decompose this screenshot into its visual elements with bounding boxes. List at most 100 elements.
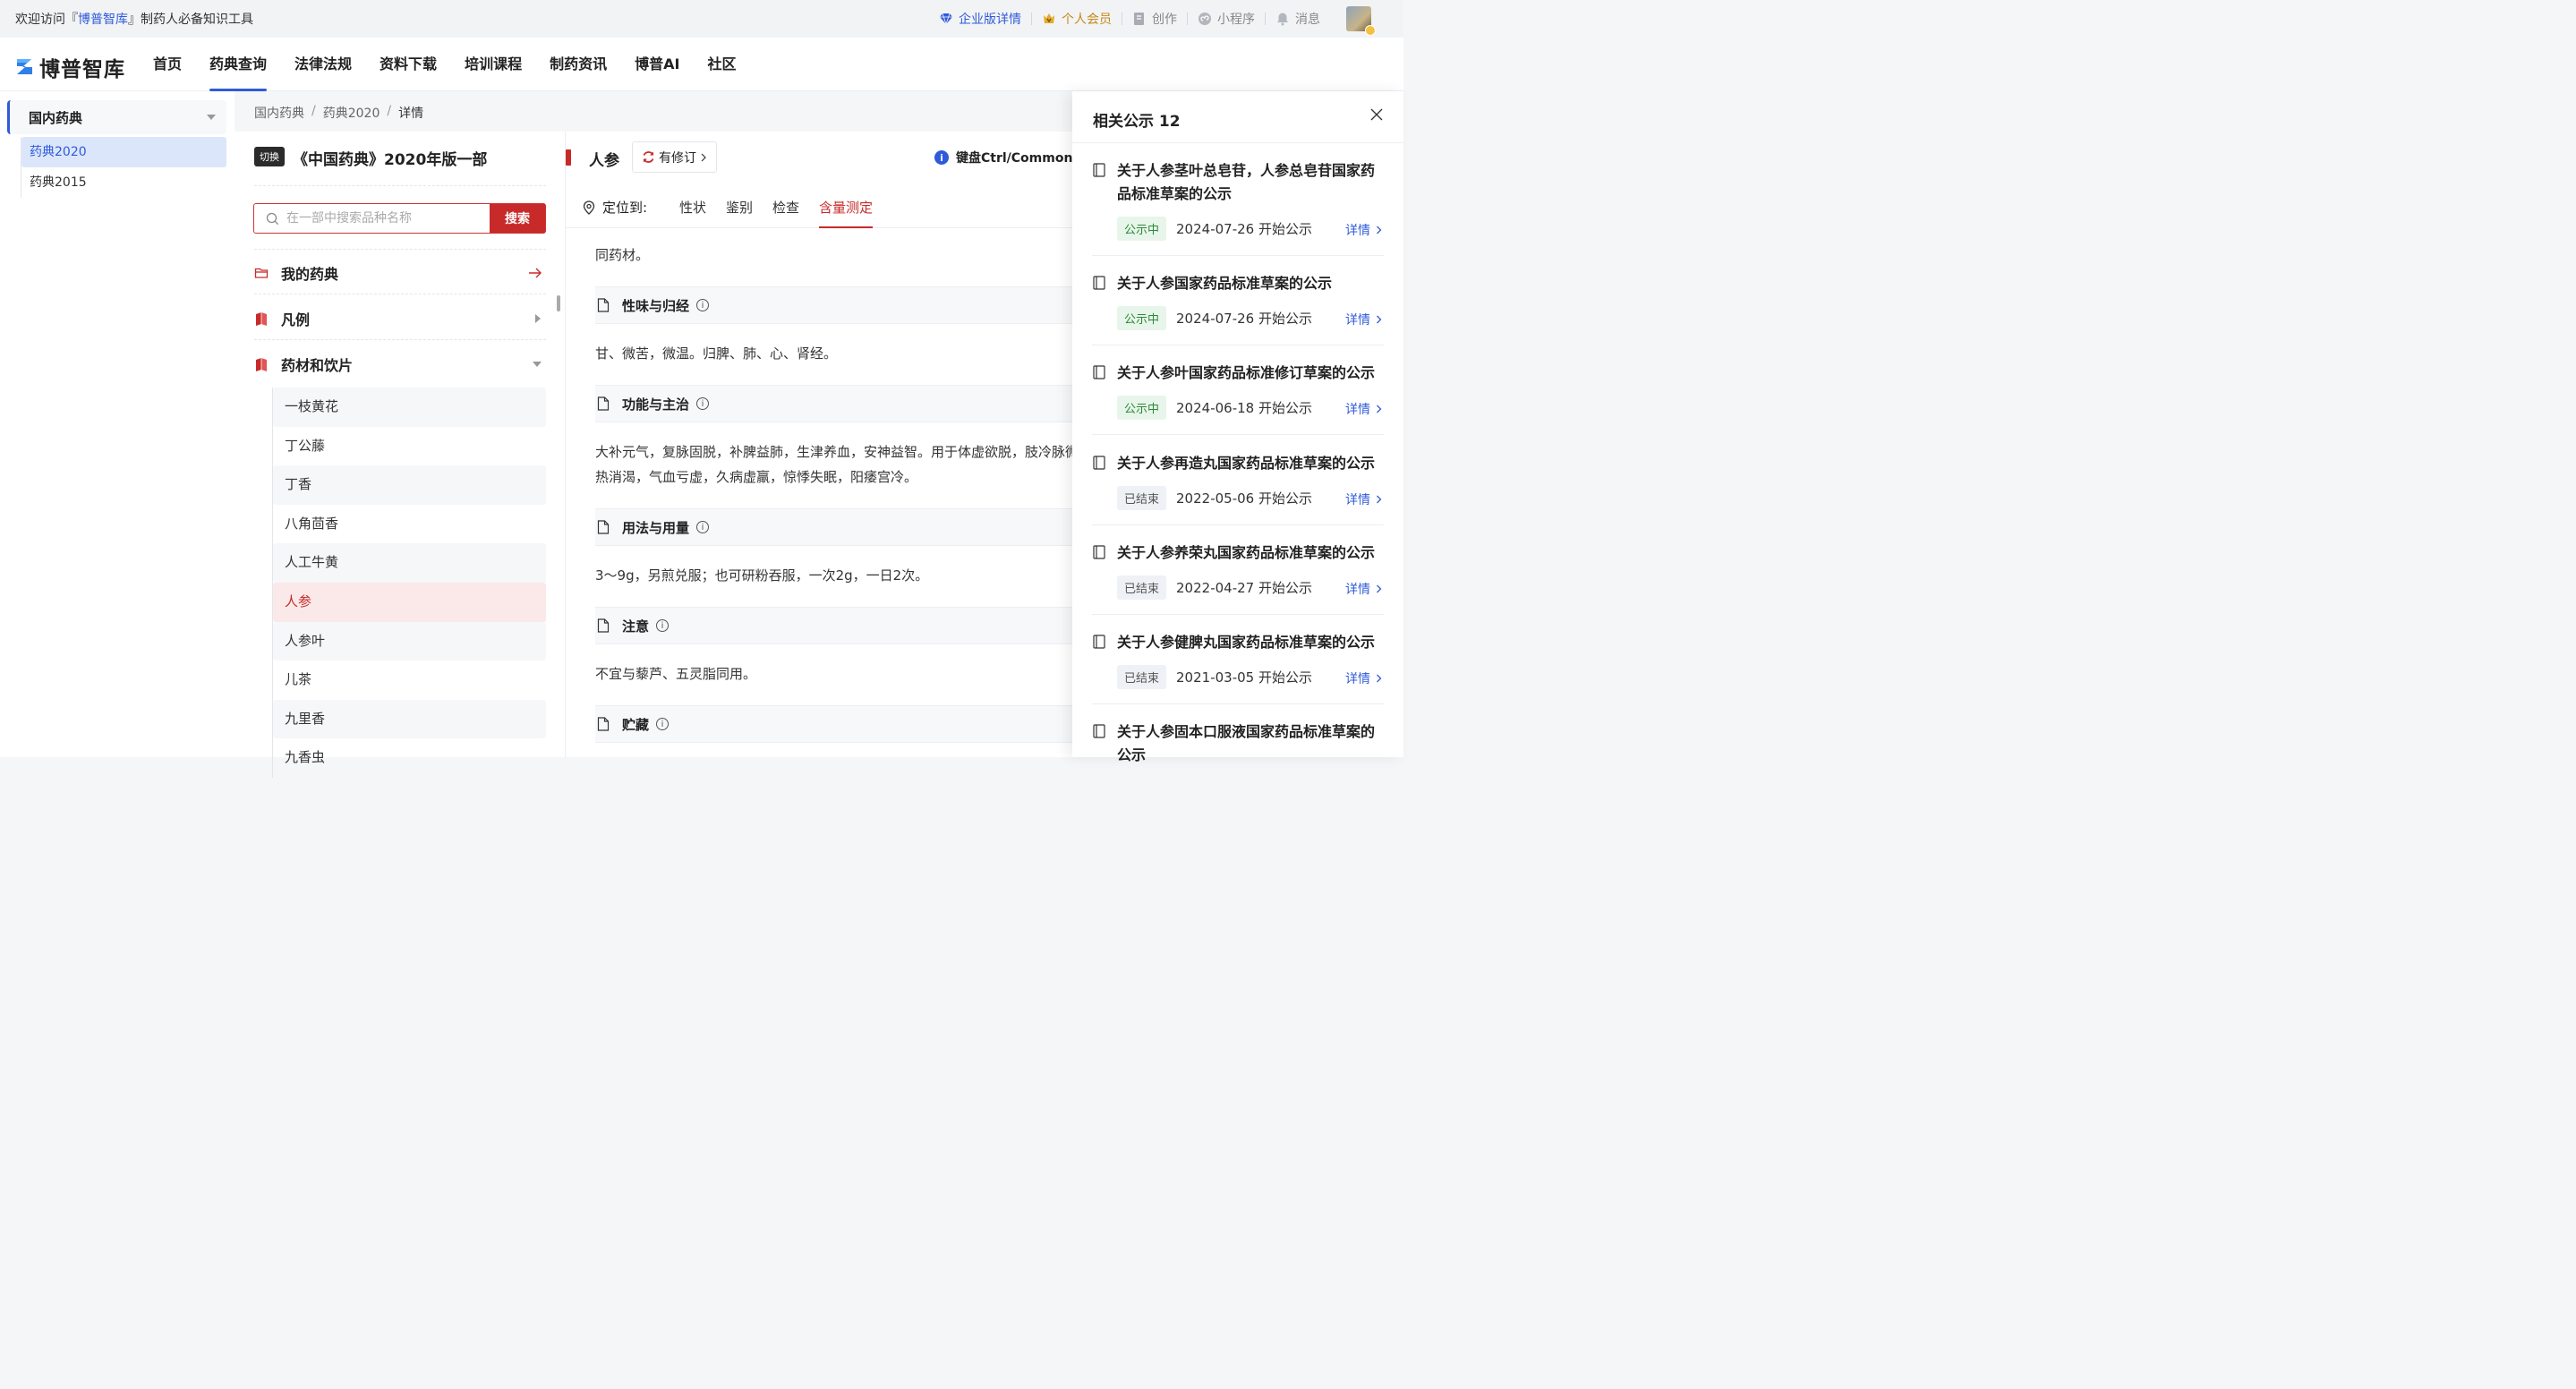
notice-item[interactable]: 关于人参再造丸国家药品标准草案的公示 已结束 2022-05-06 开始公示 详… [1092,452,1384,525]
group-fanli[interactable]: 凡例 [254,297,546,340]
nav-ai[interactable]: 博普AI [635,38,679,91]
miniapp-icon [1198,13,1211,25]
group-my-pharmacopoeia[interactable]: 我的药典 [254,251,546,294]
locator-tab-assay[interactable]: 含量测定 [819,198,874,228]
folder-icon [254,268,269,278]
info-circle-icon[interactable]: i [696,299,710,311]
search-input[interactable] [286,211,474,226]
switch-edition-button[interactable]: 切换 [254,147,285,166]
nav-training[interactable]: 培训课程 [465,38,522,91]
nav-news[interactable]: 制药资讯 [550,38,607,91]
bell-icon [1277,13,1288,26]
nav-downloads[interactable]: 资料下载 [380,38,437,91]
chevron-right-icon [1377,674,1382,683]
notice-item[interactable]: 关于人参茎叶总皂苷，人参总皂苷国家药品标准草案的公示 公示中 2024-07-2… [1092,159,1384,256]
detail-label: 详情 [1345,313,1370,328]
status-badge: 已结束 [1117,665,1167,689]
edition-title: 《中国药典》2020年版一部 [293,151,488,169]
messages-link[interactable]: 消息 [1266,10,1330,28]
welcome-brand-link[interactable]: 博普智库 [78,13,128,27]
notice-doc-icon [1093,724,1105,738]
miniapp-link[interactable]: 小程序 [1188,10,1265,28]
diamond-icon [940,13,952,26]
notice-item[interactable]: 关于人参固本口服液国家药品标准草案的公示 [1092,720,1384,774]
breadcrumb-item[interactable]: 国内药典 [254,104,304,122]
info-circle-icon[interactable]: i [696,397,710,410]
breadcrumb-item[interactable]: 药典2020 [323,104,380,122]
info-circle-icon[interactable]: i [656,619,670,632]
logo[interactable]: 博普智库 [14,52,125,82]
locator-tab-inspection[interactable]: 检查 [772,198,799,228]
group-label: 药材和饮片 [281,357,354,374]
chevron-right-icon [1377,315,1382,324]
notice-item[interactable]: 关于人参叶国家药品标准修订草案的公示 公示中 2024-06-18 开始公示 详… [1092,362,1384,435]
notice-detail-link[interactable]: 详情 [1345,311,1382,328]
scrollbar-thumb[interactable] [557,295,560,311]
search-button[interactable]: 搜索 [490,204,545,233]
info-circle-icon[interactable]: i [656,718,670,730]
detail-pane: 人参 有修订 i 键盘Ctrl/Commond 定位到: 性状 鉴别 检查 含量… [566,132,1073,757]
info-icon: i [934,150,949,165]
detail-label: 详情 [1345,493,1370,507]
caret-right-icon [535,313,541,323]
notice-detail-link[interactable]: 详情 [1345,221,1382,239]
list-item[interactable]: 人参叶 [273,621,546,661]
sidebar-item-2015[interactable]: 药典2015 [21,167,226,198]
vip-link[interactable]: 个人会员 [1032,10,1122,28]
close-icon[interactable] [1369,107,1384,122]
nav-pharmacopoeia[interactable]: 药典查询 [209,38,268,91]
list-item[interactable]: 丁香 [273,465,546,505]
breadcrumb-separator: / [311,104,316,118]
medicine-list: 一枝黄花 丁公藤 丁香 八角茴香 人工牛黄 人参 人参叶 儿茶 九里香 九香虫 [272,388,546,778]
nav-regulations[interactable]: 法律法规 [294,38,352,91]
notice-detail-link[interactable]: 详情 [1345,490,1382,508]
status-badge: 公示中 [1117,217,1167,241]
locator-label-text: 定位到: [602,200,648,216]
list-item[interactable]: 一枝黄花 [273,388,546,427]
locator-tab-appearance[interactable]: 性状 [679,198,706,228]
sidebar-item-2020[interactable]: 药典2020 [21,137,226,167]
notice-doc-icon [1093,456,1105,470]
notice-meta: 已结束 2021-03-05 开始公示 [1117,665,1312,689]
notice-detail-link[interactable]: 详情 [1345,669,1382,687]
nav-home[interactable]: 首页 [153,38,182,91]
list-item-active[interactable]: 人参 [273,582,546,622]
notice-meta: 已结束 2022-04-27 开始公示 [1117,575,1312,600]
enterprise-link[interactable]: 企业版详情 [929,10,1031,28]
list-item[interactable]: 九香虫 [273,738,546,778]
keyboard-tip: i 键盘Ctrl/Commond [934,149,1073,166]
nav-community[interactable]: 社区 [707,38,736,91]
notice-item[interactable]: 关于人参养荣丸国家药品标准草案的公示 已结束 2022-04-27 开始公示 详… [1092,541,1384,615]
group-materials[interactable]: 药材和饮片 [254,343,546,386]
chevron-right-icon [1377,226,1382,234]
section-text: 同药材。 [595,247,650,263]
chevron-right-icon [701,153,706,161]
notice-doc-icon [1093,365,1105,379]
books-icon [256,311,267,326]
main-nav: 博普智库 首页 药典查询 法律法规 资料下载 培训课程 制药资讯 博普AI 社区 [0,38,1403,91]
notice-item[interactable]: 关于人参健脾丸国家药品标准草案的公示 已结束 2021-03-05 开始公示 详… [1092,631,1384,704]
notice-detail-link[interactable]: 详情 [1345,400,1382,418]
list-item[interactable]: 丁公藤 [273,427,546,466]
document-icon [597,396,610,411]
info-circle-icon[interactable]: i [696,521,710,533]
notice-detail-link[interactable]: 详情 [1345,580,1382,598]
avatar[interactable] [1346,6,1376,36]
create-link[interactable]: 创作 [1122,10,1187,28]
list-item[interactable]: 八角茴香 [273,505,546,544]
list-item[interactable]: 儿茶 [273,660,546,700]
notice-title: 关于人参养荣丸国家药品标准草案的公示 [1117,544,1376,561]
notice-item[interactable]: 关于人参国家药品标准草案的公示 公示中 2024-07-26 开始公示 详情 [1092,272,1384,345]
list-item[interactable]: 人工牛黄 [273,543,546,583]
section-title: 功能与主治 [622,396,690,413]
sidebar-group-domestic[interactable]: 国内药典 [7,100,226,134]
locator-tab-identification[interactable]: 鉴别 [726,198,753,228]
messages-label: 消息 [1295,13,1320,27]
sidebar: 国内药典 药典2020 药典2015 [0,91,235,757]
logo-icon [17,59,32,74]
revision-label: 有修订 [659,150,696,166]
list-item[interactable]: 九里香 [273,699,546,739]
revision-button[interactable]: 有修订 [632,141,717,173]
vip-badge-icon [1365,25,1376,36]
chevron-down-icon [207,115,216,120]
